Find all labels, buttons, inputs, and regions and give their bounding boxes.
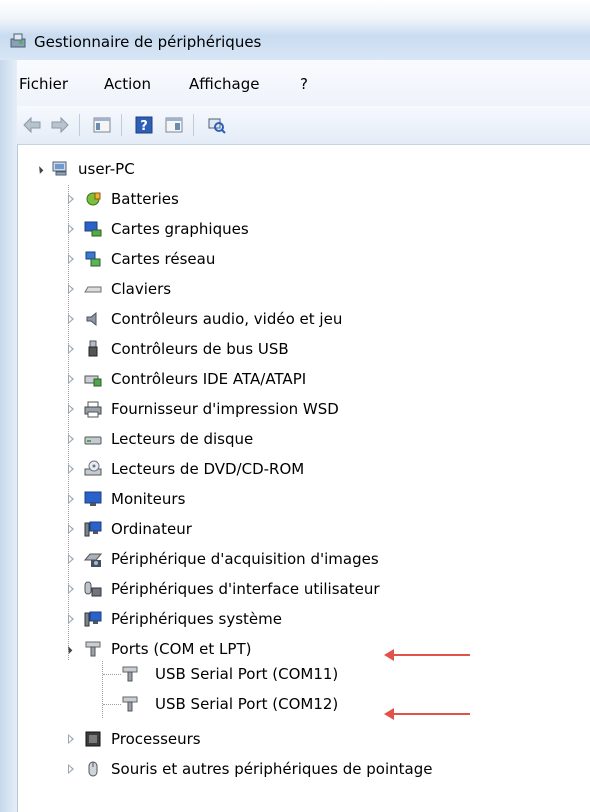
tree-item-label: Lecteurs de DVD/CD-ROM <box>111 460 305 478</box>
usb-icon <box>88 340 98 357</box>
processor-icon <box>85 731 101 747</box>
expand-arrow-icon[interactable] <box>68 224 74 234</box>
expand-arrow-icon[interactable] <box>68 374 74 384</box>
annotation-arrow <box>384 649 470 661</box>
expand-arrow-icon[interactable] <box>68 254 74 264</box>
tree-item-label: Contrôleurs IDE ATA/ATAPI <box>111 370 307 388</box>
port-connector-icon <box>122 666 138 682</box>
expand-arrow-icon[interactable] <box>68 584 74 594</box>
expand-arrow-icon[interactable] <box>68 764 74 774</box>
window-left-frame <box>0 60 17 812</box>
computer-icon <box>84 521 102 537</box>
tree-item-label: USB Serial Port (COM11) <box>155 665 339 683</box>
expand-arrow-icon[interactable] <box>68 614 74 624</box>
disk-drive-icon <box>84 436 102 445</box>
tree-item-label: Batteries <box>111 190 179 208</box>
tree-item-label: Moniteurs <box>111 490 186 508</box>
tree-item-label: Périphériques système <box>111 610 282 628</box>
tree-item-label: Ports (COM et LPT) <box>111 640 252 658</box>
battery-icon <box>86 192 101 206</box>
tree-item-label: Cartes réseau <box>111 250 216 268</box>
toolbar-separator <box>121 114 122 136</box>
menu-affichage[interactable]: Affichage <box>189 75 259 93</box>
dvd-drive-icon <box>84 460 102 476</box>
menu-help[interactable]: ? <box>300 75 308 93</box>
toolbar-separator <box>79 114 80 136</box>
tree-item-label: Souris et autres périphériques de pointa… <box>111 760 433 778</box>
help-icon[interactable]: ? <box>133 114 155 136</box>
network-adapter-icon <box>85 251 101 267</box>
tree-item-label: Contrôleurs audio, vidéo et jeu <box>111 310 343 328</box>
device-tree: user-PC Batteries Cartes graphiques Cart… <box>17 145 590 812</box>
speaker-icon <box>86 311 97 327</box>
tree-item-label: Périphérique d'acquisition d'images <box>111 550 379 568</box>
back-icon[interactable] <box>21 114 43 136</box>
expand-arrow-icon[interactable] <box>68 404 74 414</box>
expand-arrow-icon[interactable] <box>68 494 74 504</box>
toolbar-separator <box>193 114 194 136</box>
collapse-arrow-icon[interactable] <box>64 646 73 654</box>
tree-item-label: Claviers <box>111 280 172 298</box>
system-device-icon <box>84 611 102 627</box>
expand-arrow-icon[interactable] <box>68 524 74 534</box>
tree-guide-line <box>103 674 121 675</box>
ide-controller-icon <box>84 375 102 387</box>
expand-arrow-icon[interactable] <box>68 194 74 204</box>
tree-item-label: Processeurs <box>111 730 201 748</box>
tree-item-label: Lecteurs de disque <box>111 430 254 448</box>
menu-fichier[interactable]: Fichier <box>19 75 68 93</box>
collapse-arrow-icon[interactable] <box>35 166 44 174</box>
device-manager-icon <box>10 33 26 48</box>
svg-text:?: ? <box>140 119 148 134</box>
tree-item-label: Cartes graphiques <box>111 220 249 238</box>
menu-bar: Fichier Action Affichage ? <box>17 60 590 107</box>
port-connector-icon <box>85 641 101 657</box>
window-title: Gestionnaire de périphériques <box>34 33 262 51</box>
properties-icon[interactable] <box>163 114 185 136</box>
keyboard-icon <box>84 286 102 293</box>
tree-item-label: Fournisseur d'impression WSD <box>111 400 339 418</box>
tree-root-label: user-PC <box>78 160 135 178</box>
tree-guide-line <box>102 661 103 718</box>
expand-arrow-icon[interactable] <box>68 284 74 294</box>
mouse-icon <box>88 761 98 777</box>
tree-item-label: Contrôleurs de bus USB <box>111 340 289 358</box>
monitor-icon <box>84 491 102 506</box>
show-hide-console-tree-icon[interactable] <box>91 114 113 136</box>
expand-arrow-icon[interactable] <box>68 314 74 324</box>
expand-arrow-icon[interactable] <box>68 554 74 564</box>
scan-hardware-icon[interactable] <box>205 114 227 136</box>
expand-arrow-icon[interactable] <box>68 734 74 744</box>
annotation-arrow <box>384 708 470 720</box>
hid-icon <box>84 581 102 597</box>
scanner-camera-icon <box>84 553 102 567</box>
computer-icon <box>52 161 67 176</box>
toolbar: ? <box>17 106 590 145</box>
tree-item-label: USB Serial Port (COM12) <box>155 695 339 713</box>
expand-arrow-icon[interactable] <box>68 464 74 474</box>
tree-guide-line <box>103 704 121 705</box>
tree-item-label: Périphériques d'interface utilisateur <box>111 580 380 598</box>
expand-arrow-icon[interactable] <box>68 434 74 444</box>
port-connector-icon <box>122 696 138 712</box>
display-adapter-icon <box>84 221 102 237</box>
menu-action[interactable]: Action <box>104 75 151 93</box>
window-title-bar: Gestionnaire de périphériques <box>0 0 590 60</box>
printer-icon <box>84 401 102 418</box>
forward-icon[interactable] <box>49 114 71 136</box>
tree-item-label: Ordinateur <box>111 520 192 538</box>
expand-arrow-icon[interactable] <box>68 344 74 354</box>
